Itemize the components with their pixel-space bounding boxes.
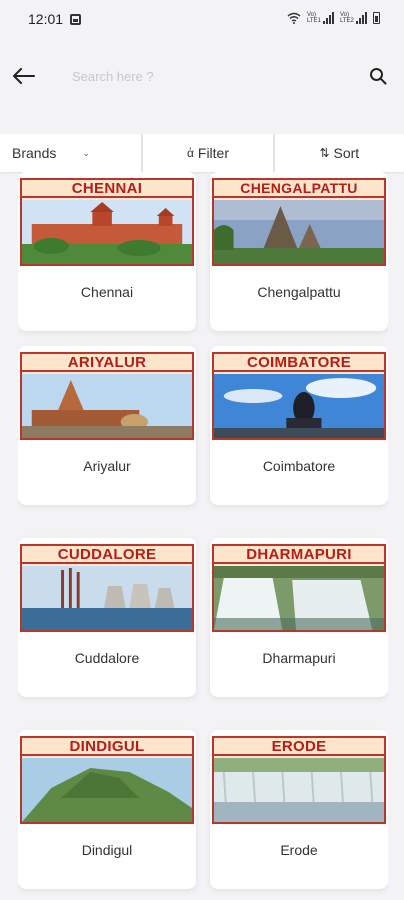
status-time: 12:01 xyxy=(28,11,64,27)
filter-button[interactable]: ἀ Filter xyxy=(143,134,273,172)
sort-icon: ⇅ xyxy=(319,146,330,160)
brands-label: Brands xyxy=(12,145,57,161)
district-card-ariyalur[interactable]: ARIYALUR Ariyalur xyxy=(18,346,196,505)
district-name: Chengalpattu xyxy=(257,284,341,300)
signal-icon: Vo) LTE2 xyxy=(340,12,367,24)
district-banner: CHENGALPATTU xyxy=(212,178,386,266)
battery-icon xyxy=(373,12,380,24)
filter-bar: Brands ⌄ ἀ Filter ⇅ Sort xyxy=(0,134,404,172)
district-banner-title: COIMBATORE xyxy=(214,354,384,372)
rock-hill-image xyxy=(22,758,192,822)
signal-icon: Vo) LTE1 xyxy=(307,12,334,24)
district-banner-title: CHENGALPATTU xyxy=(214,180,384,198)
river-falls-image xyxy=(214,758,384,822)
district-banner: CHENNAI xyxy=(20,178,194,266)
arrow-left-icon xyxy=(13,68,35,84)
district-banner-title: ERODE xyxy=(214,738,384,756)
district-name: Cuddalore xyxy=(74,650,140,666)
district-banner-title: ARIYALUR xyxy=(22,354,192,372)
waterfall-image xyxy=(214,566,384,630)
sort-label: Sort xyxy=(333,145,360,161)
district-name: Erode xyxy=(280,842,318,858)
signal-label: Vo) LTE2 xyxy=(340,12,354,24)
chevron-down-icon: ⌄ xyxy=(82,147,90,158)
district-name: Coimbatore xyxy=(262,458,336,474)
district-banner: DHARMAPURI xyxy=(212,544,386,632)
brands-dropdown[interactable]: Brands ⌄ xyxy=(0,134,142,172)
search-button[interactable] xyxy=(364,62,392,90)
status-icons: Vo) LTE1 Vo) LTE2 xyxy=(287,12,380,24)
adiyogi-statue-image xyxy=(214,374,384,438)
gallery-icon xyxy=(70,14,81,25)
district-banner: COIMBATORE xyxy=(212,352,386,440)
wifi-icon xyxy=(287,12,301,24)
district-grid: CHENNAI Chennai CHENGALPATTU Chengalpatt… xyxy=(18,172,388,900)
district-banner: CUDDALORE xyxy=(20,544,194,632)
district-banner-title: CUDDALORE xyxy=(22,546,192,564)
temple-building-image xyxy=(22,200,192,264)
signal-label: Vo) LTE1 xyxy=(307,12,321,24)
district-banner-title: CHENNAI xyxy=(22,180,192,198)
status-bar: 12:01 Vo) LTE1 Vo) LTE2 xyxy=(0,0,404,40)
district-name: Dindigul xyxy=(81,842,133,858)
district-card-coimbatore[interactable]: COIMBATORE Coimbatore xyxy=(210,346,388,505)
shore-temple-image xyxy=(214,200,384,264)
district-banner: DINDIGUL xyxy=(20,736,194,824)
district-banner-title: DINDIGUL xyxy=(22,738,192,756)
temple-tower-image xyxy=(22,374,192,438)
district-card-chengalpattu[interactable]: CHENGALPATTU Chengalpattu xyxy=(210,172,388,331)
funnel-icon: ἀ xyxy=(186,146,194,160)
magnifier-icon xyxy=(370,68,387,85)
search-input[interactable] xyxy=(72,62,352,90)
district-name: Chennai xyxy=(80,284,134,300)
back-button[interactable] xyxy=(10,62,38,90)
district-banner: ARIYALUR xyxy=(20,352,194,440)
district-name: Ariyalur xyxy=(83,458,131,474)
app-header xyxy=(0,40,404,132)
sort-button[interactable]: ⇅ Sort xyxy=(274,134,404,172)
district-card-dindigul[interactable]: DINDIGUL Dindigul xyxy=(18,730,196,889)
power-plant-image xyxy=(22,566,192,630)
district-name: Dharmapuri xyxy=(262,650,336,666)
district-card-dharmapuri[interactable]: DHARMAPURI Dharmapuri xyxy=(210,538,388,697)
district-banner-title: DHARMAPURI xyxy=(214,546,384,564)
filter-label: Filter xyxy=(197,145,230,161)
district-card-chennai[interactable]: CHENNAI Chennai xyxy=(18,172,196,331)
district-card-erode[interactable]: ERODE Erode xyxy=(210,730,388,889)
district-card-cuddalore[interactable]: CUDDALORE Cuddalore xyxy=(18,538,196,697)
district-banner: ERODE xyxy=(212,736,386,824)
